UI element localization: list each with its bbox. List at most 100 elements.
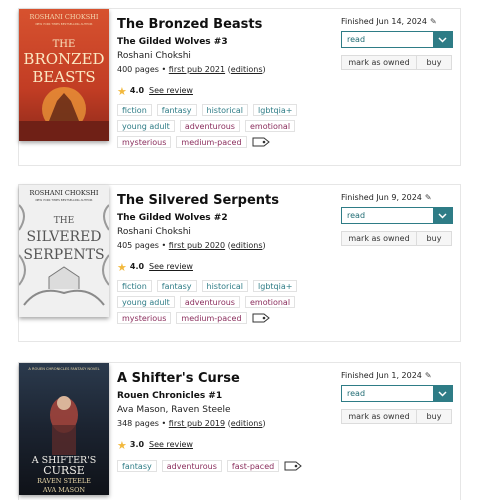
book-series[interactable]: Rouen Chronicles #1 xyxy=(117,390,327,403)
book-info: A Shifter's Curse Rouen Chronicles #1 Av… xyxy=(117,371,327,451)
status-dropdown[interactable]: read xyxy=(341,385,453,402)
chevron-down-icon[interactable] xyxy=(433,386,452,401)
status-dropdown[interactable]: read xyxy=(341,207,453,224)
svg-text:SERPENTS: SERPENTS xyxy=(23,247,104,263)
svg-text:CURSE: CURSE xyxy=(43,464,85,477)
book-card: ROSHANI CHOKSHI NEW YORK TIMES BESTSELLI… xyxy=(18,184,461,342)
svg-text:NEW YORK TIMES BESTSELLING AUT: NEW YORK TIMES BESTSELLING AUTHOR xyxy=(35,22,92,26)
reading-status-panel: Finished Jun 9, 2024 ✎ read mark as owned… xyxy=(341,193,453,246)
see-review-link[interactable]: See review xyxy=(149,261,193,273)
page-count: 400 pages xyxy=(117,65,159,74)
svg-text:SILVERED: SILVERED xyxy=(26,229,101,245)
star-icon: ★ xyxy=(117,260,127,274)
pencil-icon[interactable]: ✎ xyxy=(425,193,432,203)
book-card: ROSHANI CHOKSHI NEW YORK TIMES BESTSELLI… xyxy=(18,8,461,166)
mood-tag[interactable]: fiction xyxy=(117,104,152,116)
status-value: read xyxy=(347,35,366,44)
chevron-down-icon[interactable] xyxy=(433,32,452,47)
finished-date[interactable]: Finished Jun 14, 2024 ✎ xyxy=(341,17,453,27)
first-pub-link[interactable]: first pub 2020 xyxy=(169,241,225,250)
see-review-link[interactable]: See review xyxy=(149,85,193,97)
svg-text:AVA MASON: AVA MASON xyxy=(42,486,86,494)
book-cover[interactable]: ROSHANI CHOKSHI NEW YORK TIMES BESTSELLI… xyxy=(19,9,109,141)
svg-text:THE: THE xyxy=(53,39,76,50)
buy-button[interactable]: buy xyxy=(416,231,452,246)
pencil-icon[interactable]: ✎ xyxy=(425,371,432,381)
mood-tag[interactable]: emotional xyxy=(244,296,296,308)
book-series[interactable]: The Gilded Wolves #2 xyxy=(117,212,327,225)
book-author[interactable]: Ava Mason, Raven Steele xyxy=(117,404,327,416)
mood-tag[interactable]: fantasy xyxy=(156,104,197,116)
status-dropdown[interactable]: read xyxy=(341,31,453,48)
tag-icon[interactable] xyxy=(284,460,303,472)
book-cover[interactable]: A ROUEN CHRONICLES FANTASY NOVEL A SHIFT… xyxy=(19,363,109,495)
first-pub-link[interactable]: first pub 2019 xyxy=(169,419,225,428)
tag-icon[interactable] xyxy=(252,312,270,324)
mood-tag[interactable]: medium-paced xyxy=(176,312,247,324)
mood-tag[interactable]: mysterious xyxy=(117,136,172,148)
page-count: 348 pages xyxy=(117,419,159,428)
book-cover[interactable]: ROSHANI CHOKSHI NEW YORK TIMES BESTSELLI… xyxy=(19,185,109,317)
svg-text:BEASTS: BEASTS xyxy=(32,68,95,86)
book-author[interactable]: Roshani Chokshi xyxy=(117,226,327,238)
tag-list: fiction fantasy historical lgbtqia+ young ad… xyxy=(117,104,317,148)
chevron-down-icon[interactable] xyxy=(433,208,452,223)
see-review-link[interactable]: See review xyxy=(149,439,193,451)
mark-as-owned-button[interactable]: mark as owned xyxy=(341,231,417,246)
book-meta: 405 pages • first pub 2020 (editions) xyxy=(117,241,266,250)
mood-tag[interactable]: young adult xyxy=(117,296,175,308)
mood-tag[interactable]: fantasy xyxy=(156,280,197,292)
pencil-icon[interactable]: ✎ xyxy=(430,17,437,27)
svg-text:NEW YORK TIMES BESTSELLING AUT: NEW YORK TIMES BESTSELLING AUTHOR xyxy=(35,198,92,202)
first-pub-link[interactable]: first pub 2021 xyxy=(169,65,225,74)
tag-list: fiction fantasy historical lgbtqia+ young ad… xyxy=(117,280,317,324)
finished-date[interactable]: Finished Jun 9, 2024 ✎ xyxy=(341,193,453,203)
star-icon: ★ xyxy=(117,438,127,452)
star-icon: ★ xyxy=(117,84,127,98)
page-count: 405 pages xyxy=(117,241,159,250)
mood-tag[interactable]: adventurous xyxy=(161,460,222,472)
tag-icon[interactable] xyxy=(252,136,270,148)
rating: ★ 3.0 See review xyxy=(117,439,327,451)
buy-button[interactable]: buy xyxy=(416,409,452,424)
editions-link[interactable]: editions xyxy=(231,241,263,250)
cover-author: ROSHANI CHOKSHI xyxy=(30,13,99,21)
mood-tag[interactable]: mysterious xyxy=(117,312,172,324)
finished-date[interactable]: Finished Jun 1, 2024 ✎ xyxy=(341,371,453,381)
mark-as-owned-button[interactable]: mark as owned xyxy=(341,409,417,424)
buy-button[interactable]: buy xyxy=(416,55,452,70)
status-value: read xyxy=(347,389,366,398)
book-info: The Bronzed Beasts The Gilded Wolves #3 … xyxy=(117,17,327,97)
svg-text:THE: THE xyxy=(54,216,74,226)
editions-link[interactable]: editions xyxy=(231,65,263,74)
mood-tag[interactable]: adventurous xyxy=(179,120,240,132)
mood-tag[interactable]: lgbtqia+ xyxy=(253,104,298,116)
mood-tag[interactable]: adventurous xyxy=(179,296,240,308)
book-author[interactable]: Roshani Chokshi xyxy=(117,50,327,62)
mood-tag[interactable]: fiction xyxy=(117,280,152,292)
mood-tag[interactable]: fantasy xyxy=(117,460,157,472)
book-title[interactable]: A Shifter's Curse xyxy=(117,371,327,387)
book-title[interactable]: The Silvered Serpents xyxy=(117,193,327,209)
cover-author: ROSHANI CHOKSHI xyxy=(30,189,99,197)
mood-tag[interactable]: historical xyxy=(201,104,249,116)
rating: ★ 4.0 See review xyxy=(117,261,327,273)
book-title[interactable]: The Bronzed Beasts xyxy=(117,17,327,33)
mood-tag[interactable]: lgbtqia+ xyxy=(253,280,298,292)
book-series[interactable]: The Gilded Wolves #3 xyxy=(117,36,327,49)
book-card: A ROUEN CHRONICLES FANTASY NOVEL A SHIFT… xyxy=(18,362,461,500)
mark-as-owned-button[interactable]: mark as owned xyxy=(341,55,417,70)
cover-series: A ROUEN CHRONICLES FANTASY NOVEL xyxy=(28,367,99,371)
svg-text:BRONZED: BRONZED xyxy=(23,50,104,68)
mood-tag[interactable]: medium-paced xyxy=(176,136,247,148)
editions-link[interactable]: editions xyxy=(231,419,263,428)
reading-status-panel: Finished Jun 1, 2024 ✎ read mark as owned… xyxy=(341,371,453,424)
svg-text:RAVEN STEELE: RAVEN STEELE xyxy=(37,477,91,485)
mood-tag[interactable]: historical xyxy=(201,280,249,292)
mood-tag[interactable]: young adult xyxy=(117,120,175,132)
status-value: read xyxy=(347,211,366,220)
mood-tag[interactable]: emotional xyxy=(244,120,296,132)
book-info: The Silvered Serpents The Gilded Wolves … xyxy=(117,193,327,273)
mood-tag[interactable]: fast-paced xyxy=(226,460,280,472)
rating: ★ 4.0 See review xyxy=(117,85,327,97)
